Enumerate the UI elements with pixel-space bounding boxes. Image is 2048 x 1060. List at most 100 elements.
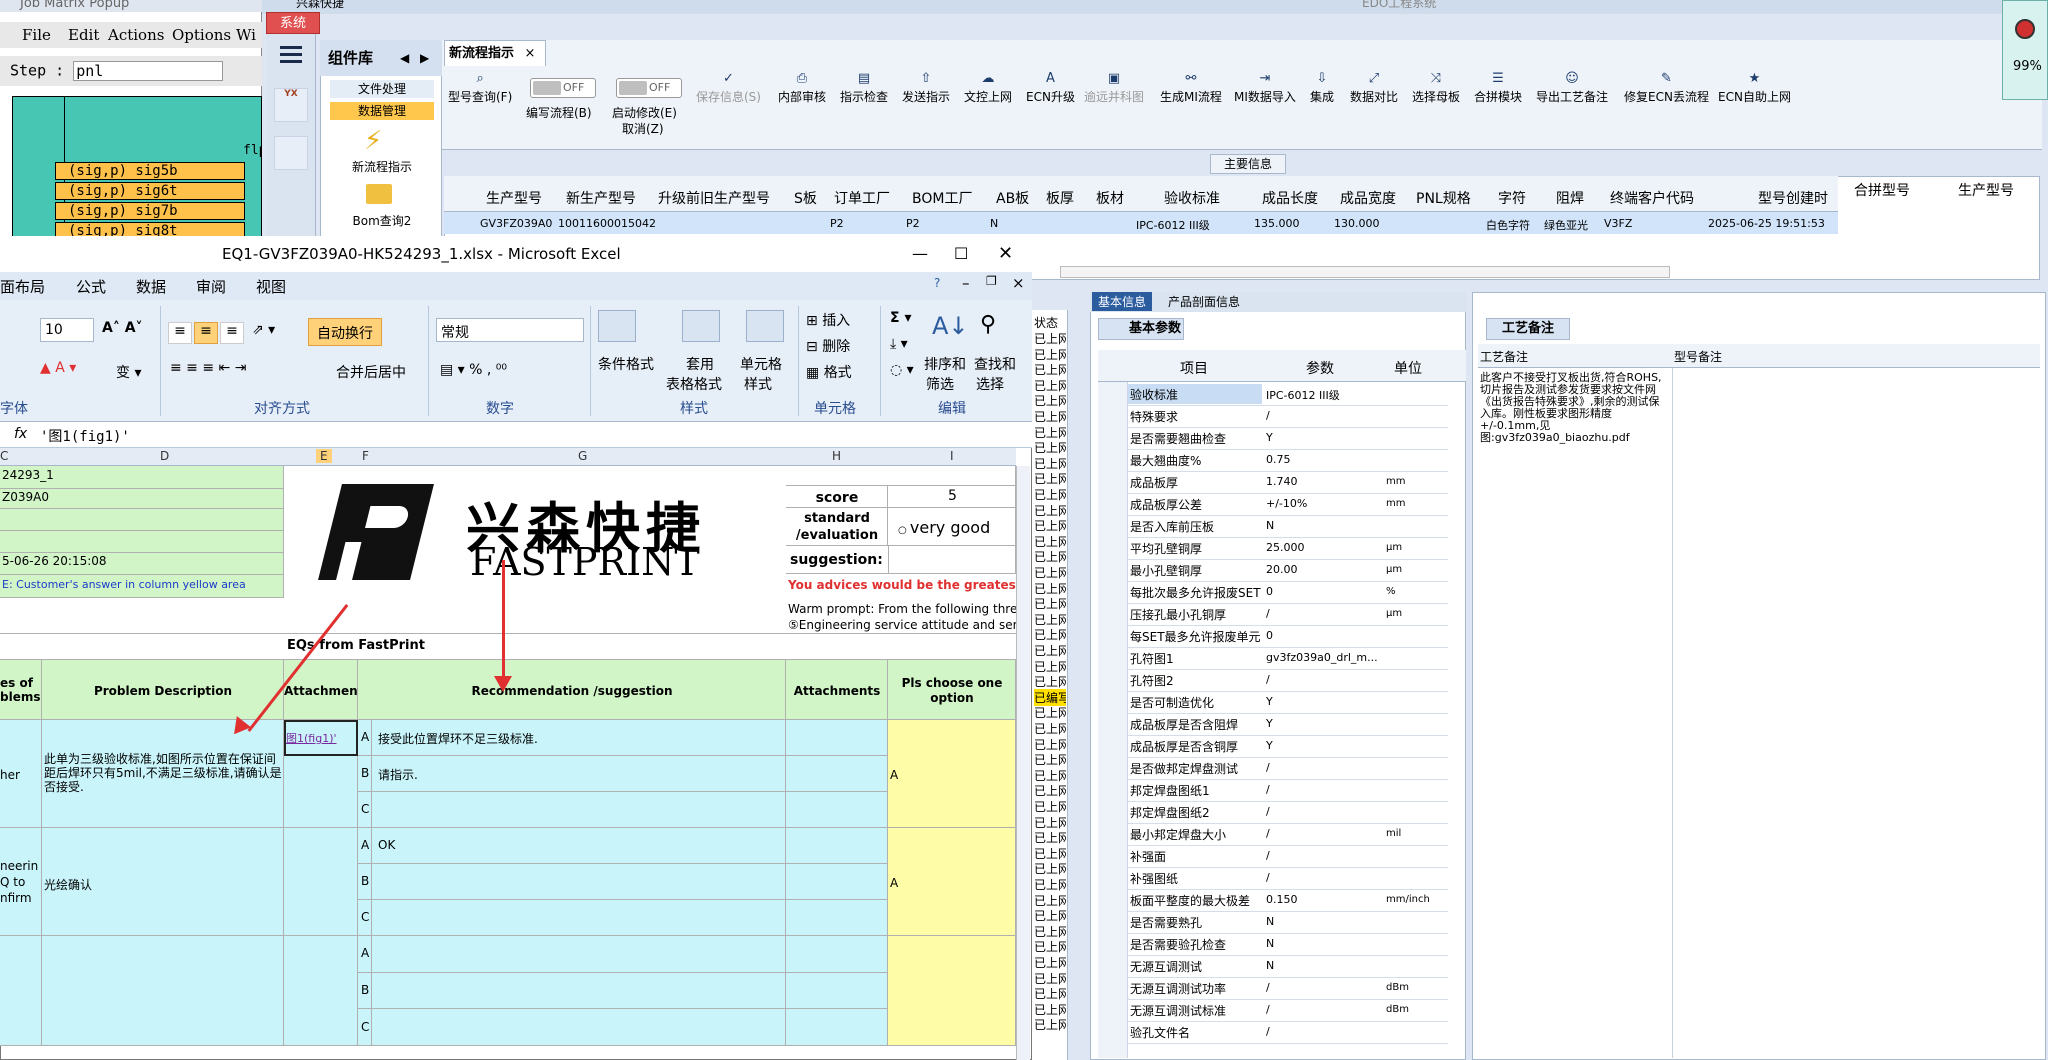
basic-row-value[interactable]: 0.150 — [1266, 893, 1298, 906]
q3-type-cell[interactable] — [0, 936, 42, 1046]
rb-ecn-self[interactable]: ★ ECN自助上网 — [1718, 72, 1791, 105]
basic-row-value[interactable]: IPC-6012 III级 — [1266, 387, 1340, 403]
col-g[interactable]: G — [578, 449, 587, 463]
merge-center-button[interactable]: 合并后居中 — [336, 362, 406, 382]
status-item[interactable]: 已上网 — [1034, 736, 1066, 753]
number-format-icons[interactable]: ▤ ▾ % , ⁰⁰ — [440, 362, 507, 378]
status-item[interactable]: 已上网 — [1034, 720, 1066, 737]
basic-row-item[interactable]: 无源互调测试标准 — [1130, 1002, 1226, 1019]
basic-row-item[interactable]: 是否需要熟孔 — [1130, 914, 1202, 931]
minimize-icon[interactable]: — — [912, 236, 928, 272]
status-item[interactable]: 已上网 — [1034, 782, 1066, 799]
doc-tab-new-process[interactable]: 新流程指示 × — [444, 40, 546, 66]
basic-row-unit[interactable]: mm — [1386, 476, 1405, 487]
basic-row-unit[interactable]: mm — [1386, 498, 1405, 509]
basic-row-item[interactable]: 每批次最多允许报废SET — [1130, 584, 1261, 601]
col-d[interactable]: D — [160, 449, 169, 463]
delete-button[interactable]: ⊟ 删除 — [806, 336, 850, 356]
bh-item[interactable]: 项目 — [1180, 358, 1208, 378]
menu-page-layout[interactable]: 面布局 — [0, 276, 45, 297]
basic-row-item[interactable]: 成品板厚是否含铜厚 — [1130, 738, 1238, 755]
basic-row-item[interactable]: 是否可制造优化 — [1130, 694, 1214, 711]
lightning-icon[interactable]: ⚡ — [364, 126, 382, 156]
status-item[interactable]: 已上网 — [1034, 829, 1066, 846]
cell-style-icon[interactable] — [746, 310, 784, 342]
tg-h-bom-factory[interactable]: BOM工厂 — [912, 188, 972, 208]
sort-icon[interactable]: A↓ — [932, 312, 969, 340]
status-item[interactable]: 已上网 — [1034, 408, 1066, 425]
basic-row-value[interactable]: / — [1266, 607, 1270, 620]
menu-options[interactable]: Options — [172, 26, 231, 44]
basic-row-value[interactable]: / — [1266, 871, 1270, 884]
basic-row-value[interactable]: / — [1266, 409, 1270, 422]
ribbon-minimize-icon[interactable]: – — [962, 274, 970, 292]
top-grid-scrollbar[interactable] — [1060, 266, 1670, 278]
status-item[interactable]: 已上网 — [1034, 330, 1066, 347]
basic-row-item[interactable]: 邦定焊盘图纸1 — [1130, 782, 1210, 799]
q1-rec-cell[interactable] — [372, 756, 786, 792]
q3-desc-cell[interactable] — [42, 936, 284, 1046]
close-icon[interactable]: × — [525, 46, 536, 61]
clear-icon[interactable]: ◌ ▾ — [890, 362, 914, 378]
tg-h-merge-model[interactable]: 合拼型号 — [1854, 180, 1910, 200]
rb-gen-mi[interactable]: ⚯ 生成MI流程 — [1160, 72, 1222, 105]
basic-row-unit[interactable]: mm/inch — [1386, 894, 1430, 905]
status-item[interactable]: 已上网 — [1034, 876, 1066, 893]
status-item[interactable]: 已上网 — [1034, 798, 1066, 815]
col-f[interactable]: F — [362, 449, 369, 463]
basic-row-unit[interactable]: mil — [1386, 828, 1401, 839]
matrix-row[interactable]: (sig,p) sig7b — [55, 202, 245, 220]
status-item[interactable]: 已上网 — [1034, 938, 1066, 955]
menu-file[interactable]: File — [22, 26, 51, 44]
basic-row-item[interactable]: 验孔文件名 — [1130, 1024, 1190, 1041]
tg-h-new-model[interactable]: 新生产型号 — [566, 188, 636, 208]
basic-row-item[interactable]: 补强图纸 — [1130, 870, 1178, 887]
rb-fix-ecn[interactable]: ✎ 修复ECN丢流程 — [1624, 72, 1709, 105]
status-item[interactable]: 已上网 — [1034, 564, 1066, 581]
col-i[interactable]: I — [950, 449, 954, 463]
formula-input[interactable]: '图1(fig1)' — [40, 426, 130, 446]
menu-view[interactable]: 视图 — [256, 276, 286, 297]
status-item[interactable]: 已上网 — [1034, 611, 1066, 628]
menu-review[interactable]: 审阅 — [196, 276, 226, 297]
status-item[interactable]: 已上网 — [1034, 985, 1066, 1002]
status-item[interactable]: 已上网 — [1034, 923, 1066, 940]
toggle-start-edit[interactable]: OFF — [616, 78, 682, 98]
comp-new-process[interactable]: 新流程指示 — [330, 158, 434, 176]
col-e[interactable]: E — [316, 449, 332, 463]
tg-h-pnl[interactable]: PNL规格 — [1416, 188, 1471, 208]
q3-rec-cell[interactable] — [372, 972, 786, 1010]
align-left-icon[interactable]: ≡ ≡ ≡ ⇤ ⇥ — [170, 360, 246, 376]
status-item[interactable]: 已上网 — [1034, 470, 1066, 487]
bh-param[interactable]: 参数 — [1306, 358, 1334, 378]
sum-icon[interactable]: Σ ▾ — [890, 310, 911, 326]
align-bottom-icon[interactable]: ≡ — [220, 322, 244, 344]
q1-rec-cell[interactable] — [372, 792, 786, 828]
close-icon[interactable]: ✕ — [998, 236, 1013, 272]
basic-row-item[interactable]: 是否需要翘曲检查 — [1130, 430, 1226, 447]
status-item[interactable]: 已上网 — [1034, 767, 1066, 784]
basic-row-value[interactable]: 1.740 — [1266, 475, 1298, 488]
basic-row-item[interactable]: 邦定焊盘图纸2 — [1130, 804, 1210, 821]
hamburger-icon[interactable] — [280, 46, 302, 49]
basic-row-value[interactable]: / — [1266, 981, 1270, 994]
tg-h-char[interactable]: 字符 — [1498, 188, 1526, 208]
rb-merge-module[interactable]: ☰ 合拼模块 — [1474, 72, 1522, 105]
tg-h-width[interactable]: 成品宽度 — [1340, 188, 1396, 208]
basic-row-item[interactable]: 是否入库前压板 — [1130, 518, 1214, 535]
menu-edit[interactable]: Edit — [68, 26, 99, 44]
status-item[interactable]: 已上网 — [1034, 970, 1066, 987]
basic-row-value[interactable]: / — [1266, 1025, 1270, 1038]
cell-style-button[interactable]: 样式 — [744, 374, 772, 394]
basic-row-unit[interactable]: % — [1386, 586, 1396, 597]
basic-row-value[interactable]: N — [1266, 937, 1274, 950]
font-color-icon[interactable]: ▲ A ▾ — [40, 360, 76, 376]
basic-row-value[interactable]: Y — [1266, 431, 1273, 444]
record-icon[interactable] — [2015, 19, 2035, 39]
basic-row-item[interactable]: 最大翘曲度% — [1130, 452, 1201, 469]
process-tab[interactable]: 工艺备注 — [1486, 318, 1570, 340]
status-item[interactable]: 已上网 — [1034, 1001, 1066, 1018]
find-icon[interactable]: ⚲ — [980, 312, 996, 337]
status-item[interactable]: 已上网 — [1034, 486, 1066, 503]
factory-icon[interactable]: YX — [274, 88, 308, 122]
